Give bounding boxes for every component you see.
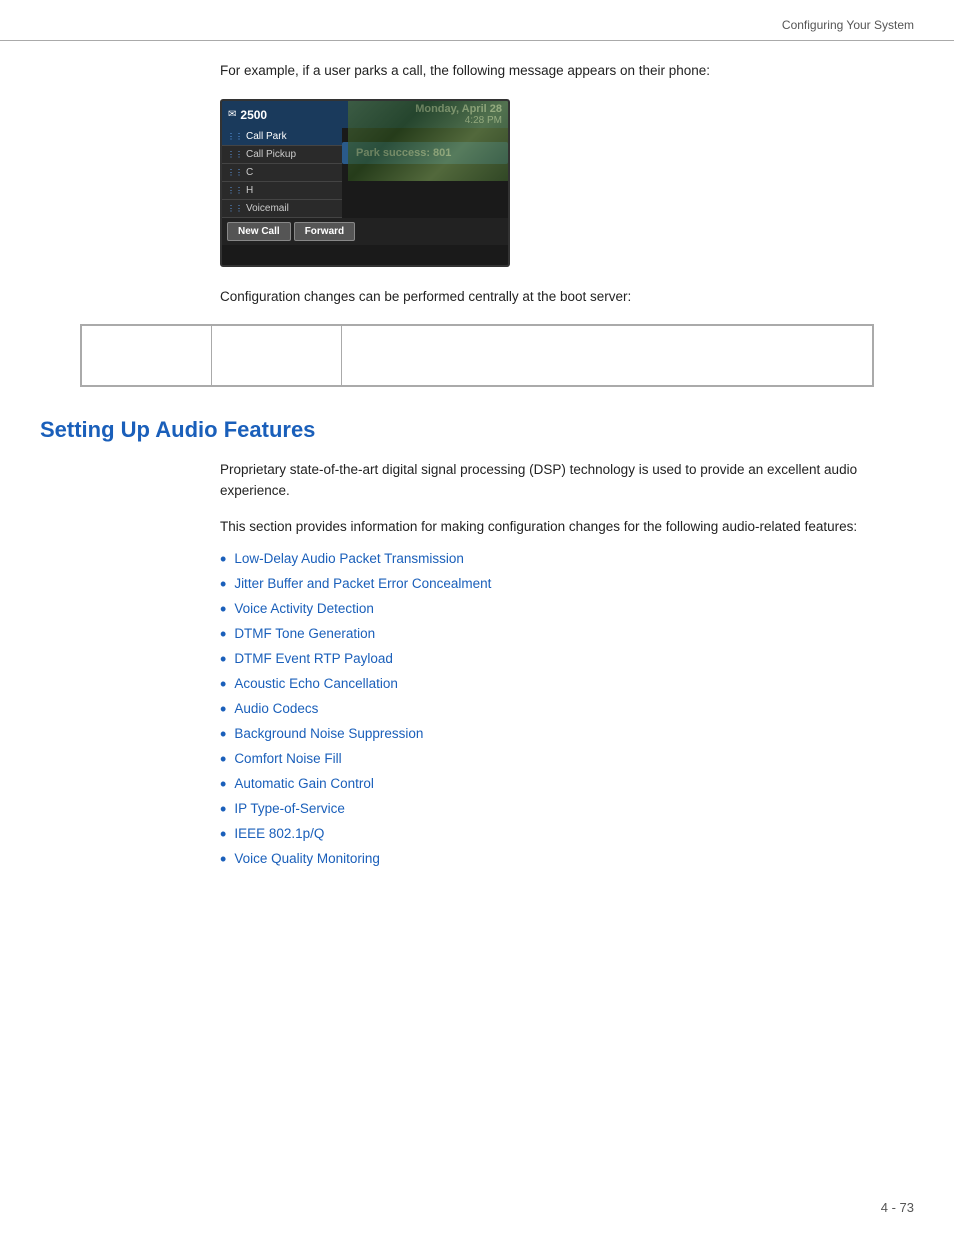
feature-link-8[interactable]: Background Noise Suppression <box>234 726 423 741</box>
config-table-inner <box>81 325 873 386</box>
list-item: • DTMF Event RTP Payload <box>220 651 914 668</box>
section-heading: Setting Up Audio Features <box>40 417 914 443</box>
list-item: • Automatic Gain Control <box>220 776 914 793</box>
menu-icon-4: ⋮⋮ <box>227 186 243 195</box>
new-call-button[interactable]: New Call <box>227 222 291 241</box>
list-item: • DTMF Tone Generation <box>220 626 914 643</box>
feature-link-7[interactable]: Audio Codecs <box>234 701 318 716</box>
menu-icon: ⋮⋮ <box>227 132 243 141</box>
feature-link-10[interactable]: Automatic Gain Control <box>234 776 374 791</box>
list-item: • Low-Delay Audio Packet Transmission <box>220 551 914 568</box>
section-paragraph-1: Proprietary state-of-the-art digital sig… <box>220 459 914 502</box>
mail-icon: ✉ <box>228 109 236 120</box>
table-cell-2 <box>212 325 342 385</box>
menu-item-label-3: C <box>246 167 253 178</box>
feature-list: • Low-Delay Audio Packet Transmission • … <box>220 551 914 868</box>
menu-item-voicemail: ⋮⋮ Voicemail <box>222 200 342 218</box>
bullet-icon: • <box>220 625 226 643</box>
phone-bg-pattern <box>348 101 508 181</box>
menu-item-callpickup: ⋮⋮ Call Pickup <box>222 146 342 164</box>
list-item: • IEEE 802.1p/Q <box>220 826 914 843</box>
bullet-icon: • <box>220 550 226 568</box>
section-content: Proprietary state-of-the-art digital sig… <box>220 459 914 869</box>
menu-item-callpark: ⋮⋮ Call Park <box>222 128 342 146</box>
phone-image: ✉ 2500 Monday, April 28 4:28 PM ⋮⋮ <box>220 99 510 267</box>
bullet-icon: • <box>220 725 226 743</box>
list-item: • Comfort Noise Fill <box>220 751 914 768</box>
feature-link-11[interactable]: IP Type-of-Service <box>234 801 345 816</box>
menu-item-label: Call Park <box>246 131 287 142</box>
intro-paragraph: For example, if a user parks a call, the… <box>220 61 914 81</box>
list-item: • Jitter Buffer and Packet Error Conceal… <box>220 576 914 593</box>
list-item: • Background Noise Suppression <box>220 726 914 743</box>
table-row <box>82 325 873 385</box>
list-item: • IP Type-of-Service <box>220 801 914 818</box>
bullet-icon: • <box>220 600 226 618</box>
bullet-icon: • <box>220 750 226 768</box>
page-container: Configuring Your System For example, if … <box>0 0 954 1235</box>
feature-link-12[interactable]: IEEE 802.1p/Q <box>234 826 324 841</box>
config-table <box>80 324 874 387</box>
page-header: Configuring Your System <box>0 0 954 41</box>
feature-link-3[interactable]: Voice Activity Detection <box>234 601 374 616</box>
feature-link-1[interactable]: Low-Delay Audio Packet Transmission <box>234 551 464 566</box>
menu-icon-2: ⋮⋮ <box>227 150 243 159</box>
main-content: For example, if a user parks a call, the… <box>0 41 954 916</box>
feature-link-4[interactable]: DTMF Tone Generation <box>234 626 375 641</box>
feature-link-13[interactable]: Voice Quality Monitoring <box>234 851 380 866</box>
menu-item-label-2: Call Pickup <box>246 149 296 160</box>
phone-bottom-buttons: New Call Forward <box>222 218 508 245</box>
phone-left-menu: ⋮⋮ Call Park ⋮⋮ Call Pickup ⋮⋮ C <box>222 128 342 218</box>
list-item: • Voice Quality Monitoring <box>220 851 914 868</box>
menu-item-h: ⋮⋮ H <box>222 182 342 200</box>
page-number: 4 - 73 <box>881 1200 914 1215</box>
feature-link-9[interactable]: Comfort Noise Fill <box>234 751 341 766</box>
phone-screenshot: ✉ 2500 Monday, April 28 4:28 PM ⋮⋮ <box>220 99 510 267</box>
bullet-icon: • <box>220 825 226 843</box>
menu-icon-5: ⋮⋮ <box>227 204 243 213</box>
table-cell-3 <box>342 325 873 385</box>
forward-button[interactable]: Forward <box>294 222 355 241</box>
bullet-icon: • <box>220 700 226 718</box>
config-paragraph: Configuration changes can be performed c… <box>220 287 914 307</box>
feature-link-5[interactable]: DTMF Event RTP Payload <box>234 651 393 666</box>
page-footer: 4 - 73 <box>881 1200 914 1215</box>
list-item: • Acoustic Echo Cancellation <box>220 676 914 693</box>
list-item: • Audio Codecs <box>220 701 914 718</box>
list-item: • Voice Activity Detection <box>220 601 914 618</box>
header-title: Configuring Your System <box>782 18 914 32</box>
menu-item-label-4: H <box>246 185 253 196</box>
section-paragraph-2: This section provides information for ma… <box>220 516 914 538</box>
menu-item-c: ⋮⋮ C <box>222 164 342 182</box>
bullet-icon: • <box>220 575 226 593</box>
bullet-icon: • <box>220 675 226 693</box>
phone-number: 2500 <box>240 108 267 122</box>
bullet-icon: • <box>220 775 226 793</box>
menu-icon-3: ⋮⋮ <box>227 168 243 177</box>
bullet-icon: • <box>220 850 226 868</box>
menu-item-label-5: Voicemail <box>246 203 289 214</box>
bullet-icon: • <box>220 800 226 818</box>
feature-link-2[interactable]: Jitter Buffer and Packet Error Concealme… <box>234 576 491 591</box>
feature-link-6[interactable]: Acoustic Echo Cancellation <box>234 676 398 691</box>
bullet-icon: • <box>220 650 226 668</box>
table-cell-1 <box>82 325 212 385</box>
